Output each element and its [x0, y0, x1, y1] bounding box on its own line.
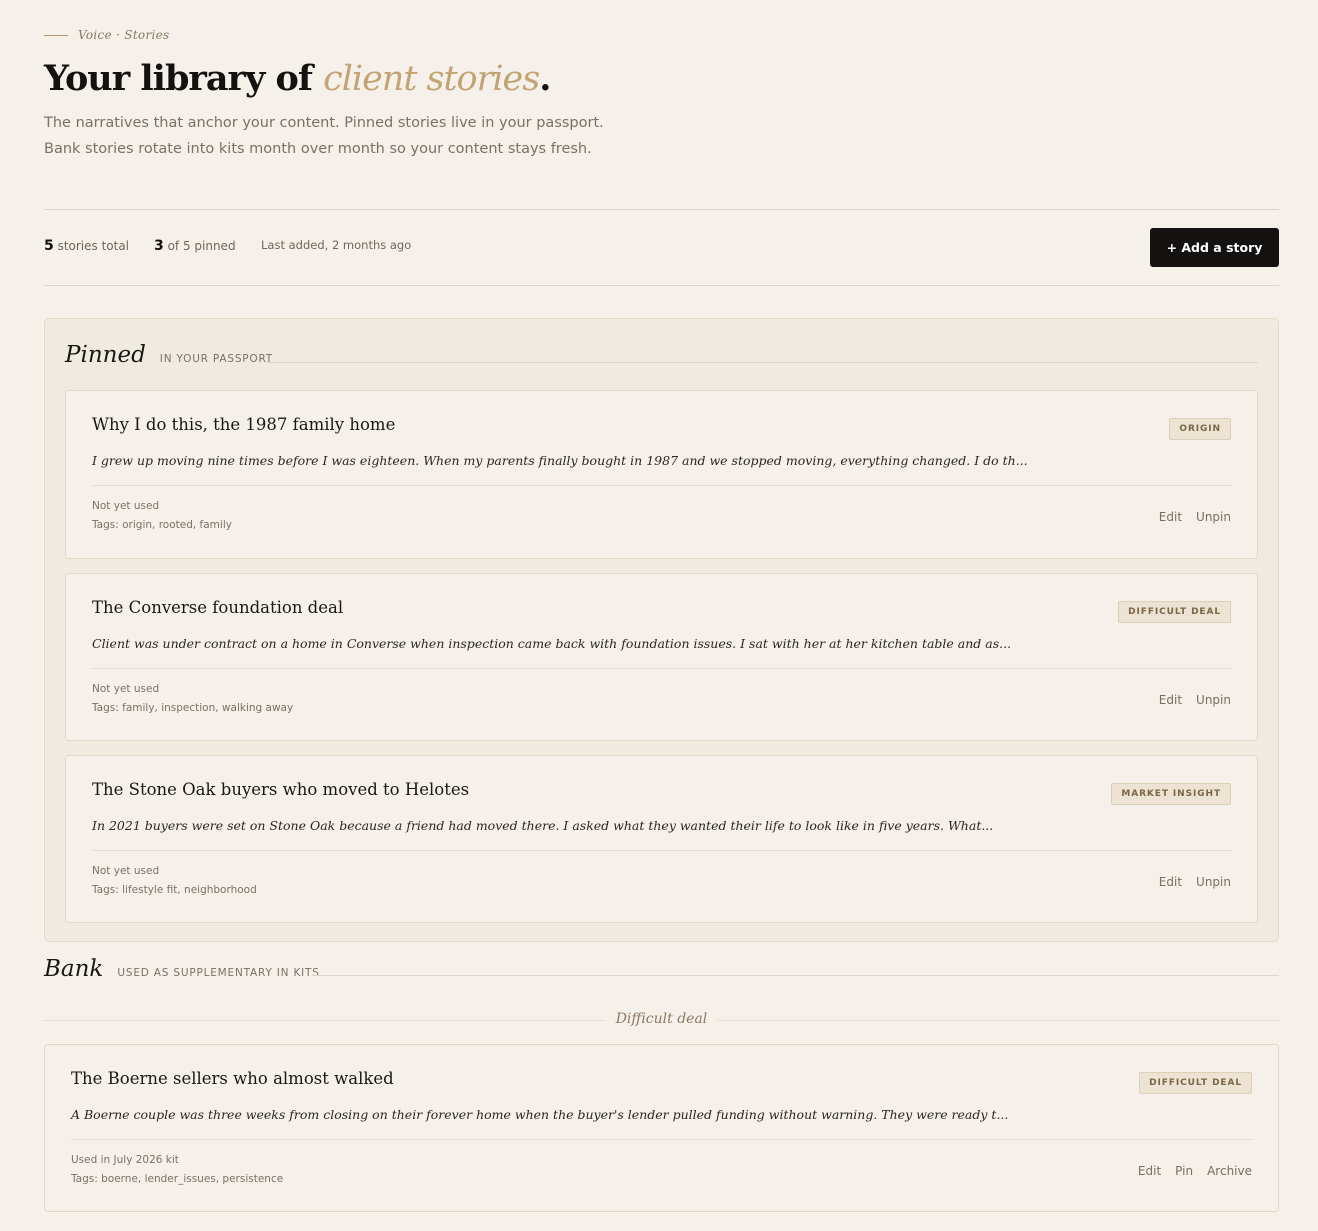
story-actions: Edit Unpin: [1159, 693, 1231, 707]
story-usage: Not yet used: [92, 500, 160, 512]
stats-bar: 5 stories total 3 of 5 pinned Last added…: [44, 209, 1279, 286]
stat-total-label: stories total: [53, 239, 130, 253]
bank-group-header: Difficult deal: [44, 1009, 1279, 1033]
pinned-section-rule: [267, 362, 1258, 363]
story-actions: Edit Unpin: [1159, 875, 1231, 889]
eyebrow-rule: [44, 34, 68, 36]
story-excerpt: Client was under contract on a home in C…: [92, 636, 1012, 651]
story-card: The Converse foundation deal DIFFICULT D…: [65, 573, 1258, 741]
pinned-section-header: Pinned In your passport: [65, 343, 273, 367]
story-category-badge: DIFFICULT DEAL: [1118, 601, 1231, 623]
story-tags: Tags: family, inspection, walking away: [92, 702, 294, 714]
stat-total: 5 stories total: [44, 238, 129, 254]
story-title: The Stone Oak buyers who moved to Helote…: [92, 780, 470, 799]
bank-group-label: Difficult deal: [615, 1011, 708, 1027]
title-main: Your library of: [44, 58, 324, 99]
pinned-section: Pinned In your passport Why I do this, t…: [44, 318, 1279, 942]
story-category-badge: DIFFICULT DEAL: [1139, 1072, 1252, 1094]
archive-button[interactable]: Archive: [1207, 1164, 1252, 1178]
story-actions: Edit Pin Archive: [1138, 1164, 1252, 1178]
story-excerpt: A Boerne couple was three weeks from clo…: [71, 1107, 1009, 1122]
story-actions: Edit Unpin: [1159, 510, 1231, 524]
bank-section-title: Bank: [44, 956, 104, 982]
story-category-badge: MARKET INSIGHT: [1111, 783, 1231, 805]
story-category-badge: ORIGIN: [1169, 418, 1231, 440]
card-divider: [92, 485, 1231, 486]
stat-pinned-label: of 5 pinned: [163, 239, 236, 253]
edit-button[interactable]: Edit: [1159, 510, 1182, 524]
stat-pinned-count: 3: [154, 238, 164, 254]
add-story-button[interactable]: + Add a story: [1150, 228, 1279, 267]
story-usage: Not yet used: [92, 683, 160, 695]
story-card: The Stone Oak buyers who moved to Helote…: [65, 755, 1258, 923]
title-end: .: [539, 58, 551, 99]
bank-section-header: Bank Used as supplementary in kits: [44, 957, 320, 981]
bank-section-rule: [312, 975, 1279, 976]
pinned-section-note: In your passport: [159, 353, 274, 365]
story-card: The Boerne sellers who almost walked DIF…: [44, 1044, 1279, 1212]
story-excerpt: I grew up moving nine times before I was…: [92, 453, 1028, 468]
unpin-button[interactable]: Unpin: [1196, 875, 1231, 889]
stat-pinned: 3 of 5 pinned: [154, 238, 236, 254]
page-title: Your library of client stories.: [44, 58, 551, 99]
card-divider: [92, 850, 1231, 851]
story-card: Why I do this, the 1987 family home ORIG…: [65, 390, 1258, 559]
stat-total-count: 5: [44, 238, 54, 254]
story-title: Why I do this, the 1987 family home: [92, 415, 396, 434]
card-divider: [92, 668, 1231, 669]
story-title: The Boerne sellers who almost walked: [71, 1069, 394, 1088]
story-tags: Tags: boerne, lender_issues, persistence: [71, 1173, 284, 1185]
story-tags: Tags: lifestyle fit, neighborhood: [92, 884, 257, 896]
breadcrumb: Voice · Stories: [44, 28, 170, 42]
edit-button[interactable]: Edit: [1138, 1164, 1161, 1178]
pinned-section-title: Pinned: [65, 342, 146, 368]
story-usage: Used in July 2026 kit: [71, 1154, 179, 1166]
stories-page: Voice · Stories Your library of client s…: [0, 0, 1318, 1231]
unpin-button[interactable]: Unpin: [1196, 510, 1231, 524]
edit-button[interactable]: Edit: [1159, 693, 1182, 707]
stat-last-added: Last added, 2 months ago: [261, 238, 412, 252]
page-subtitle: The narratives that anchor your content.…: [44, 115, 604, 157]
story-usage: Not yet used: [92, 865, 160, 877]
story-title: The Converse foundation deal: [92, 598, 344, 617]
title-accent: client stories: [323, 59, 540, 99]
edit-button[interactable]: Edit: [1159, 875, 1182, 889]
pin-button[interactable]: Pin: [1175, 1164, 1193, 1178]
eyebrow-text: Voice · Stories: [78, 28, 170, 42]
story-tags: Tags: origin, rooted, family: [92, 519, 232, 531]
group-rule-right: [717, 1020, 1279, 1021]
unpin-button[interactable]: Unpin: [1196, 693, 1231, 707]
bank-section-note: Used as supplementary in kits: [117, 967, 320, 979]
card-divider: [71, 1139, 1252, 1140]
story-excerpt: In 2021 buyers were set on Stone Oak bec…: [92, 818, 994, 833]
